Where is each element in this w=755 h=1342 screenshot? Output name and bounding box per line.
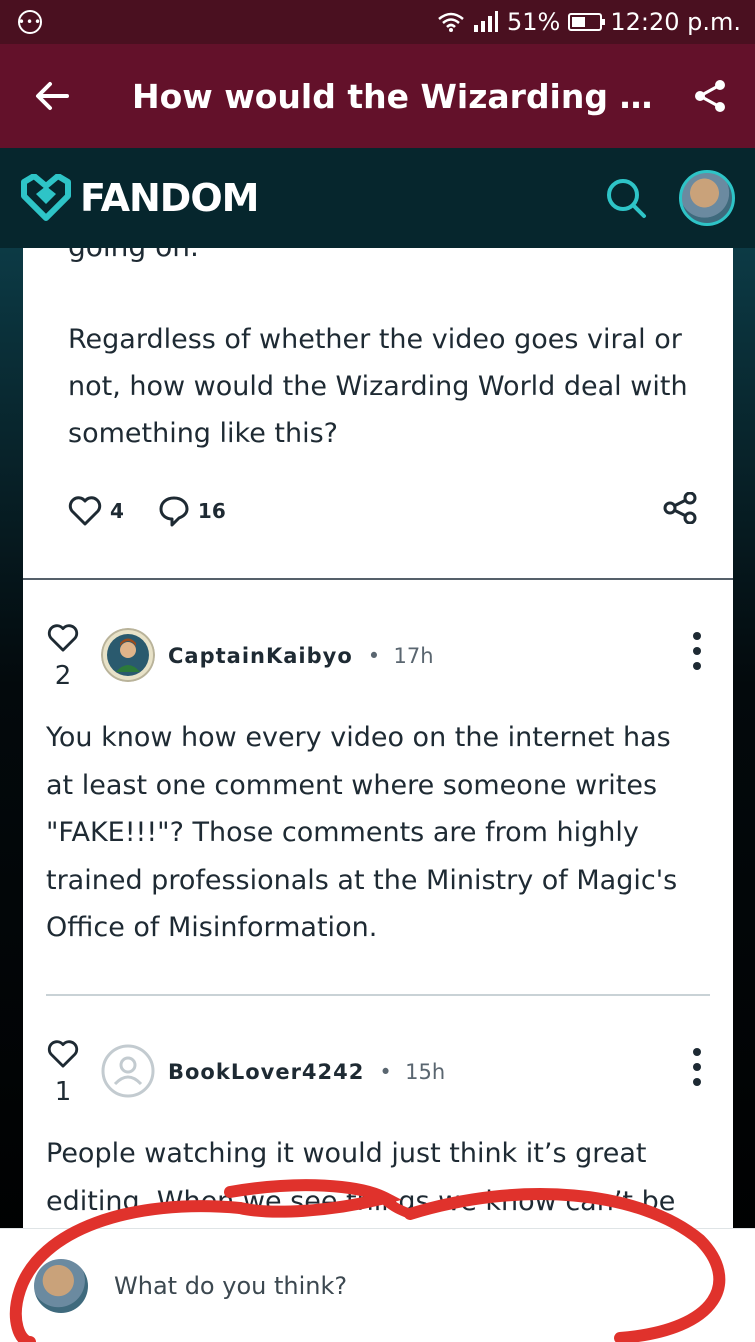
page-title: How would the Wizarding Wo... [132, 76, 665, 116]
wifi-icon [438, 12, 464, 32]
comment-like-button[interactable]: 1 [43, 1040, 83, 1107]
comment-composer[interactable]: What do you think? [0, 1228, 755, 1342]
heart-icon [68, 495, 102, 525]
comment-input-placeholder[interactable]: What do you think? [114, 1272, 347, 1300]
app-bar: How would the Wizarding Wo... [0, 44, 755, 148]
comment-author[interactable]: CaptainKaibyo • 17h [168, 644, 434, 668]
default-avatar-icon[interactable] [101, 1044, 155, 1098]
avatar[interactable] [101, 628, 155, 682]
comment-divider [46, 994, 710, 996]
fandom-heart-icon [21, 174, 71, 221]
heart-icon [47, 1040, 79, 1068]
search-button[interactable] [601, 173, 651, 223]
post-body: Regardless of whether the video goes vir… [68, 324, 688, 449]
comment-like-button[interactable]: 2 [43, 624, 83, 691]
post-like-button[interactable]: 4 [68, 495, 124, 526]
post-actions: 4 16 [68, 491, 698, 529]
more-options-icon[interactable] [693, 1048, 705, 1093]
comment-author[interactable]: BookLover4242 • 15h [168, 1060, 445, 1084]
comment-like-count: 1 [54, 1077, 72, 1107]
back-arrow-icon [36, 82, 69, 110]
discussion-card: going on. Regardless of whether the vide… [23, 248, 733, 1228]
post-reply-count: 16 [197, 498, 226, 523]
comment-username[interactable]: CaptainKaibyo [168, 644, 353, 668]
clock: 12:20 p.m. [610, 8, 741, 36]
battery-icon [568, 13, 606, 31]
comment-time: 15h [405, 1060, 446, 1084]
share-button[interactable] [665, 79, 755, 113]
comment-time: 17h [393, 644, 434, 668]
more-options-icon[interactable] [693, 632, 705, 677]
post-divider [23, 578, 733, 580]
share-icon [695, 80, 725, 112]
signal-icon [473, 11, 498, 32]
comment-like-count: 2 [54, 661, 72, 691]
comment-body: People watching it would just think it’s… [46, 1138, 676, 1217]
avatar [34, 1258, 88, 1313]
notification-dots-icon: ••• [18, 10, 42, 34]
post-like-count: 4 [110, 498, 124, 523]
fandom-brand-text: FANDOM [80, 176, 259, 220]
comment-username[interactable]: BookLover4242 [168, 1060, 364, 1084]
post-text-cut: going on. [68, 248, 199, 263]
battery-percent: 51% [506, 8, 561, 36]
comment-body: You know how every video on the internet… [46, 722, 678, 943]
post-reply-button[interactable]: 16 [158, 495, 226, 527]
user-avatar-button[interactable] [679, 170, 735, 226]
post-share-button[interactable] [662, 491, 698, 529]
comment-icon [159, 496, 189, 526]
back-button[interactable] [0, 81, 104, 111]
fandom-logo[interactable]: FANDOM [20, 174, 259, 222]
share-icon [663, 491, 697, 525]
fandom-header: FANDOM [0, 148, 755, 248]
status-bar: ••• 51% 12:20 p.m. [0, 0, 755, 44]
heart-icon [47, 624, 79, 652]
search-icon [607, 179, 646, 218]
